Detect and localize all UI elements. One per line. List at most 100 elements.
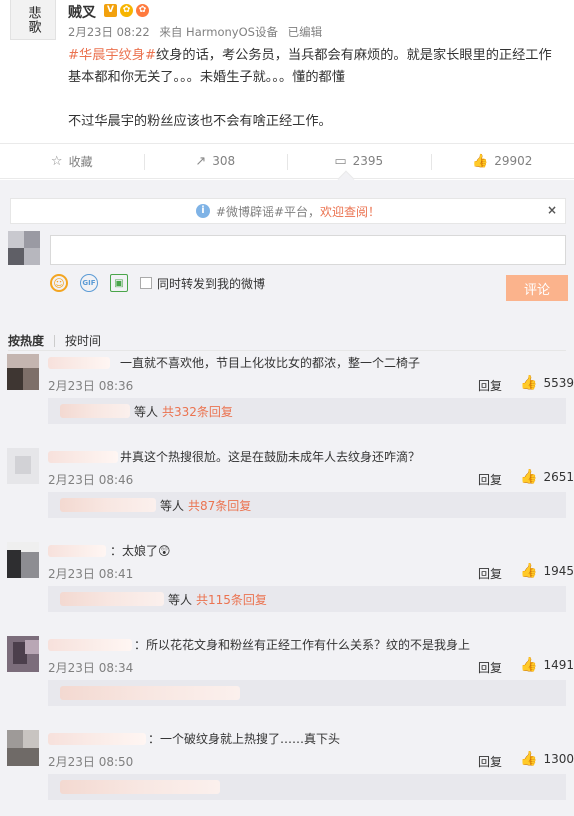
comment-like-count: 1491 <box>543 658 574 672</box>
weibo-post: 悲歌 贼叉 V ✿ ✿ 2月23日 08:22 来自 HarmonyOS设备 已… <box>0 0 574 142</box>
reply-button[interactable]: 回复 <box>478 659 502 676</box>
comment-button[interactable]: ▭ 2395 <box>287 144 431 178</box>
comment-like-count: 2651 <box>543 470 574 484</box>
comment-like-count: 5539 <box>543 376 574 390</box>
comment-like-button[interactable]: 👍 5539 <box>520 375 574 391</box>
avatar[interactable] <box>7 542 39 578</box>
notice-link[interactable]: 欢迎查阅！ <box>320 203 380 220</box>
post-text-2: 不过华晨宇的粉丝应该也不会有啥正经工作。 <box>68 114 332 129</box>
post-action-bar: ☆ 收藏 ↗ 308 ▭ 2395 👍 29902 <box>0 143 574 179</box>
rumor-notice: i #微博辟谣#平台， 欢迎查阅！ × <box>10 198 566 224</box>
sub-suffix: 等人 <box>160 498 185 513</box>
comment-section: i #微博辟谣#平台， 欢迎查阅！ × ☺ GIF ▣ 同时转发到我的微博 评论… <box>0 170 574 816</box>
sub-replies-link[interactable]: 等人 共332条回复 <box>48 398 566 424</box>
gif-icon[interactable]: GIF <box>80 274 98 292</box>
star-icon: ☆ <box>50 153 63 169</box>
post-body: #华晨宇纹身#纹身的话，考公务员，当兵都会有麻烦的。就是家长眼里的正经工作基本都… <box>68 45 564 133</box>
blurred-names <box>60 404 130 418</box>
thumbs-up-icon: 👍 <box>472 153 489 169</box>
emoji-icon[interactable]: ☺ <box>50 274 68 292</box>
avatar-calligraphy: 悲歌 <box>25 5 41 34</box>
comment-like-button[interactable]: 👍 2651 <box>520 469 574 485</box>
blurred-names <box>60 498 156 512</box>
blurred-names <box>60 686 240 700</box>
comment-like-button[interactable]: 👍 1945 <box>520 563 574 579</box>
notice-text[interactable]: #微博辟谣#平台， <box>216 203 320 220</box>
sub-count[interactable]: 共87条回复 <box>188 497 251 514</box>
favorite-label: 收藏 <box>68 154 93 169</box>
tab-sort-time[interactable]: 按时间 <box>65 332 101 349</box>
comment-text: ：所以花花文身和粉丝有正经工作有什么关系？纹的不是我身上 <box>134 638 471 652</box>
commenter-name[interactable] <box>48 545 106 557</box>
sub-replies-link[interactable]: 等人 共87条回复 <box>48 492 566 518</box>
post-edited[interactable]: 已编辑 <box>288 25 323 39</box>
composer-tools: ☺ GIF ▣ 同时转发到我的微博 <box>50 274 265 292</box>
repost-label[interactable]: 同时转发到我的微博 <box>157 275 265 292</box>
share-icon: ↗ <box>195 153 207 169</box>
close-icon[interactable]: × <box>547 203 557 217</box>
tab-sort-hot[interactable]: 按热度 <box>8 332 44 349</box>
sub-suffix: 等人 <box>168 592 193 607</box>
member-badge-icon[interactable]: ✿ <box>120 4 133 17</box>
comment-text: ：太娘了😲 <box>110 544 171 558</box>
comment-text: 井真这个热搜很尬。这是在鼓励未成年人去纹身还咋滴？ <box>120 450 421 464</box>
submit-comment-button[interactable]: 评论 <box>506 275 568 301</box>
thumbs-up-icon: 👍 <box>520 657 538 673</box>
thumbs-up-icon: 👍 <box>520 563 538 579</box>
fan-badge-icon[interactable]: ✿ <box>136 4 149 17</box>
comment-like-button[interactable]: 👍 1491 <box>520 657 574 673</box>
image-icon[interactable]: ▣ <box>110 274 128 292</box>
comment-time: 2月23日 08:50 <box>48 755 134 769</box>
post-meta: 2月23日 08:22 来自 HarmonyOS设备 已编辑 <box>68 24 328 40</box>
blurred-names <box>60 592 164 606</box>
comment-input[interactable] <box>50 235 566 265</box>
commenter-name[interactable] <box>48 357 110 369</box>
reply-button[interactable]: 回复 <box>478 565 502 582</box>
divider <box>8 350 566 351</box>
blurred-names <box>60 780 220 794</box>
hashtag-link[interactable]: #华晨宇纹身# <box>68 48 156 63</box>
comment-count: 2395 <box>352 154 384 168</box>
thumbs-up-icon: 👍 <box>520 375 538 391</box>
comment-like-count: 1300 <box>543 752 574 766</box>
comment-like-button[interactable]: 👍 1300 <box>520 751 574 767</box>
comment-text: ：一个破纹身就上热搜了……真下头 <box>148 732 341 746</box>
avatar[interactable] <box>7 354 39 390</box>
comment-like-count: 1945 <box>543 564 574 578</box>
like-button[interactable]: 👍 29902 <box>430 144 574 178</box>
reply-button[interactable]: 回复 <box>478 377 502 394</box>
sort-tabs: 按热度 按时间 <box>8 332 101 349</box>
author-name[interactable]: 贼叉 <box>68 2 96 22</box>
favorite-button[interactable]: ☆ 收藏 <box>0 144 144 178</box>
comment-time: 2月23日 08:34 <box>48 661 134 675</box>
info-icon: i <box>195 204 210 218</box>
commenter-name[interactable] <box>48 639 132 651</box>
post-date[interactable]: 2月23日 08:22 <box>68 25 150 39</box>
sub-count[interactable]: 共332条回复 <box>162 403 233 420</box>
repost-button[interactable]: ↗ 308 <box>143 144 288 178</box>
comment-time: 2月23日 08:41 <box>48 567 134 581</box>
sub-count[interactable]: 共115条回复 <box>196 591 267 608</box>
reply-button[interactable]: 回复 <box>478 753 502 770</box>
thumbs-up-icon: 👍 <box>520 469 538 485</box>
avatar[interactable] <box>7 730 39 766</box>
repost-checkbox[interactable] <box>140 277 152 289</box>
sort-divider <box>54 334 56 347</box>
commenter-name[interactable] <box>48 451 118 463</box>
commenter-name[interactable] <box>48 733 146 745</box>
comment-icon: ▭ <box>334 153 347 169</box>
sub-replies-link[interactable] <box>48 680 566 706</box>
my-avatar[interactable] <box>8 231 40 265</box>
comment-time: 2月23日 08:46 <box>48 473 134 487</box>
sub-suffix: 等人 <box>134 404 159 419</box>
author-avatar[interactable]: 悲歌 <box>10 0 56 40</box>
thumbs-up-icon: 👍 <box>520 751 538 767</box>
avatar[interactable] <box>7 636 39 672</box>
verified-badge-icon[interactable]: V <box>104 4 117 17</box>
reply-button[interactable]: 回复 <box>478 471 502 488</box>
repost-count: 308 <box>212 154 236 168</box>
sub-replies-link[interactable]: 等人 共115条回复 <box>48 586 566 612</box>
sub-replies-link[interactable] <box>48 774 566 800</box>
like-count: 29902 <box>494 154 533 168</box>
avatar[interactable] <box>7 448 39 484</box>
